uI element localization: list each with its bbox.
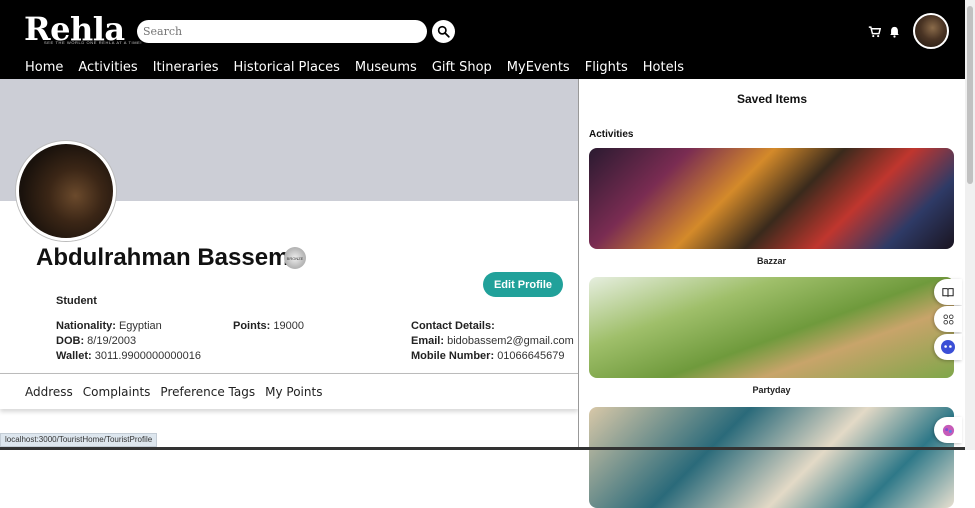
brain-icon <box>942 424 954 436</box>
tab-preference-tags[interactable]: Preference Tags <box>160 385 255 399</box>
nav-historical-places[interactable]: Historical Places <box>234 60 340 75</box>
tab-complaints[interactable]: Complaints <box>83 385 151 399</box>
wallet-value: 3011.9900000000016 <box>94 350 201 362</box>
points-label: Points: <box>233 320 271 332</box>
saved-item-image[interactable] <box>589 148 954 249</box>
contact-label: Contact Details: <box>411 320 495 332</box>
mobile-row: Mobile Number: 01066645679 <box>411 350 564 362</box>
profile-name: Abdulrahman Bassem <box>36 244 290 271</box>
saved-items-panel: Saved Items Activities Bazzar Partyday <box>579 79 965 508</box>
side-assistant-button[interactable] <box>934 334 962 360</box>
saved-item-label[interactable]: Partyday <box>589 385 954 395</box>
mobile-value: 01066645679 <box>497 350 565 362</box>
wallet-row: Wallet: 3011.9900000000016 <box>56 350 201 362</box>
search-icon <box>437 25 450 38</box>
status-bar-url: localhost:3000/TouristHome/TouristProfil… <box>0 433 158 447</box>
dob-label: DOB: <box>56 335 85 347</box>
user-avatar[interactable] <box>913 13 949 49</box>
apps-icon <box>942 313 954 325</box>
side-apps-button[interactable] <box>934 306 962 332</box>
profile-role: Student <box>56 295 97 307</box>
search-input[interactable] <box>137 20 427 43</box>
search-button[interactable] <box>432 20 455 43</box>
nav-flights[interactable]: Flights <box>585 60 628 75</box>
points-row: Points: 19000 <box>233 320 304 332</box>
assistant-icon <box>941 340 955 354</box>
nav-myevents[interactable]: MyEvents <box>507 60 570 75</box>
email-value: bidobassem2@gmail.com <box>447 335 574 347</box>
side-extension-button[interactable] <box>934 417 962 443</box>
nav-hotels[interactable]: Hotels <box>643 60 684 75</box>
cart-icon[interactable] <box>868 26 881 38</box>
nav-itineraries[interactable]: Itineraries <box>153 60 219 75</box>
points-value: 19000 <box>273 320 304 332</box>
activities-section-label: Activities <box>589 129 634 140</box>
profile-panel: Abdulrahman Bassem BRONZE Edit Profile S… <box>0 79 578 450</box>
main-nav: Home Activities Itineraries Historical P… <box>25 60 684 75</box>
edit-profile-button[interactable]: Edit Profile <box>483 272 563 297</box>
nationality-row: Nationality: Egyptian <box>56 320 162 332</box>
profile-subnav: Address Complaints Preference Tags My Po… <box>0 373 578 409</box>
nationality-value: Egyptian <box>118 320 162 332</box>
nav-activities[interactable]: Activities <box>78 60 137 75</box>
nav-gift-shop[interactable]: Gift Shop <box>432 60 492 75</box>
bell-icon[interactable] <box>889 26 900 38</box>
nav-museums[interactable]: Museums <box>355 60 417 75</box>
side-book-button[interactable] <box>934 279 962 305</box>
profile-avatar <box>16 141 116 241</box>
contact-heading: Contact Details: <box>411 320 495 332</box>
book-icon <box>942 287 954 297</box>
saved-item-image[interactable] <box>589 407 954 508</box>
scrollbar-thumb[interactable] <box>967 6 973 184</box>
nav-home[interactable]: Home <box>25 60 63 75</box>
dob-row: DOB: 8/19/2003 <box>56 335 136 347</box>
tab-address[interactable]: Address <box>25 385 73 399</box>
dob-value: 8/19/2003 <box>87 335 137 347</box>
top-navigation-bar: Rehla SEE THE WORLD ONE REHLA AT A TIME!… <box>0 0 965 79</box>
tab-my-points[interactable]: My Points <box>265 385 322 399</box>
level-badge: BRONZE <box>284 247 306 269</box>
saved-item-label[interactable]: Bazzar <box>589 256 954 266</box>
logo-tagline: SEE THE WORLD ONE REHLA AT A TIME! <box>44 40 143 45</box>
saved-items-title: Saved Items <box>736 92 808 106</box>
email-row: Email: bidobassem2@gmail.com <box>411 335 574 347</box>
email-label: Email: <box>411 335 445 347</box>
wallet-label: Wallet: <box>56 350 92 362</box>
nationality-label: Nationality: <box>56 320 116 332</box>
mobile-label: Mobile Number: <box>411 350 495 362</box>
saved-item-image[interactable] <box>589 277 954 378</box>
